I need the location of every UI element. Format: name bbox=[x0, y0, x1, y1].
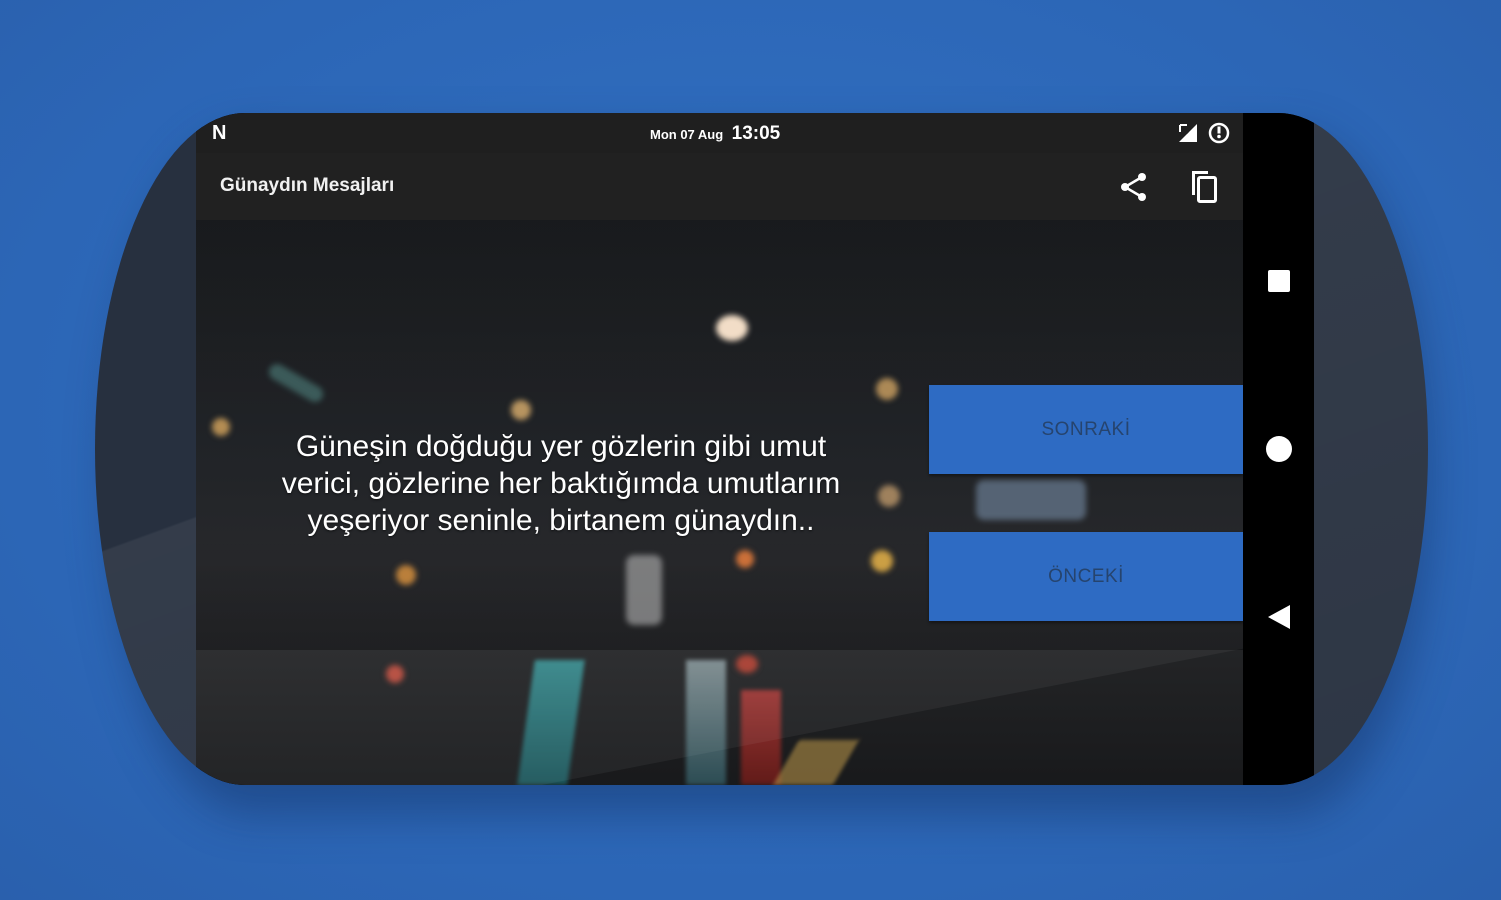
recents-icon[interactable] bbox=[1259, 261, 1299, 301]
status-clock: Mon 07 Aug 13:05 bbox=[650, 123, 780, 145]
phone-screen: N Mon 07 Aug 13:05 Günaydın Mesajları Gü… bbox=[196, 113, 1314, 785]
status-date: Mon 07 Aug bbox=[650, 127, 724, 142]
app-notification-icon: N bbox=[212, 122, 227, 144]
back-icon[interactable] bbox=[1259, 597, 1299, 637]
navigation-bar bbox=[1243, 113, 1314, 785]
copy-icon[interactable] bbox=[1184, 167, 1224, 207]
status-bar: N Mon 07 Aug 13:05 bbox=[196, 113, 1243, 153]
page-title: Günaydın Mesajları bbox=[220, 175, 395, 196]
no-signal-icon bbox=[1177, 122, 1199, 149]
share-icon[interactable] bbox=[1114, 167, 1154, 207]
previous-button[interactable]: ÖNCEKİ bbox=[929, 532, 1243, 621]
data-saver-icon bbox=[1207, 121, 1231, 150]
status-time: 13:05 bbox=[731, 123, 781, 144]
status-icons bbox=[1177, 121, 1231, 150]
app-toolbar: Günaydın Mesajları bbox=[196, 153, 1243, 220]
phone-device: N Mon 07 Aug 13:05 Günaydın Mesajları Gü… bbox=[95, 113, 1428, 785]
message-text: Güneşin doğduğu yer gözlerin gibi umut v… bbox=[281, 430, 841, 537]
backdrop: N Mon 07 Aug 13:05 Günaydın Mesajları Gü… bbox=[0, 0, 1501, 900]
home-icon[interactable] bbox=[1259, 429, 1299, 469]
next-button[interactable]: SONRAKİ bbox=[929, 385, 1243, 474]
